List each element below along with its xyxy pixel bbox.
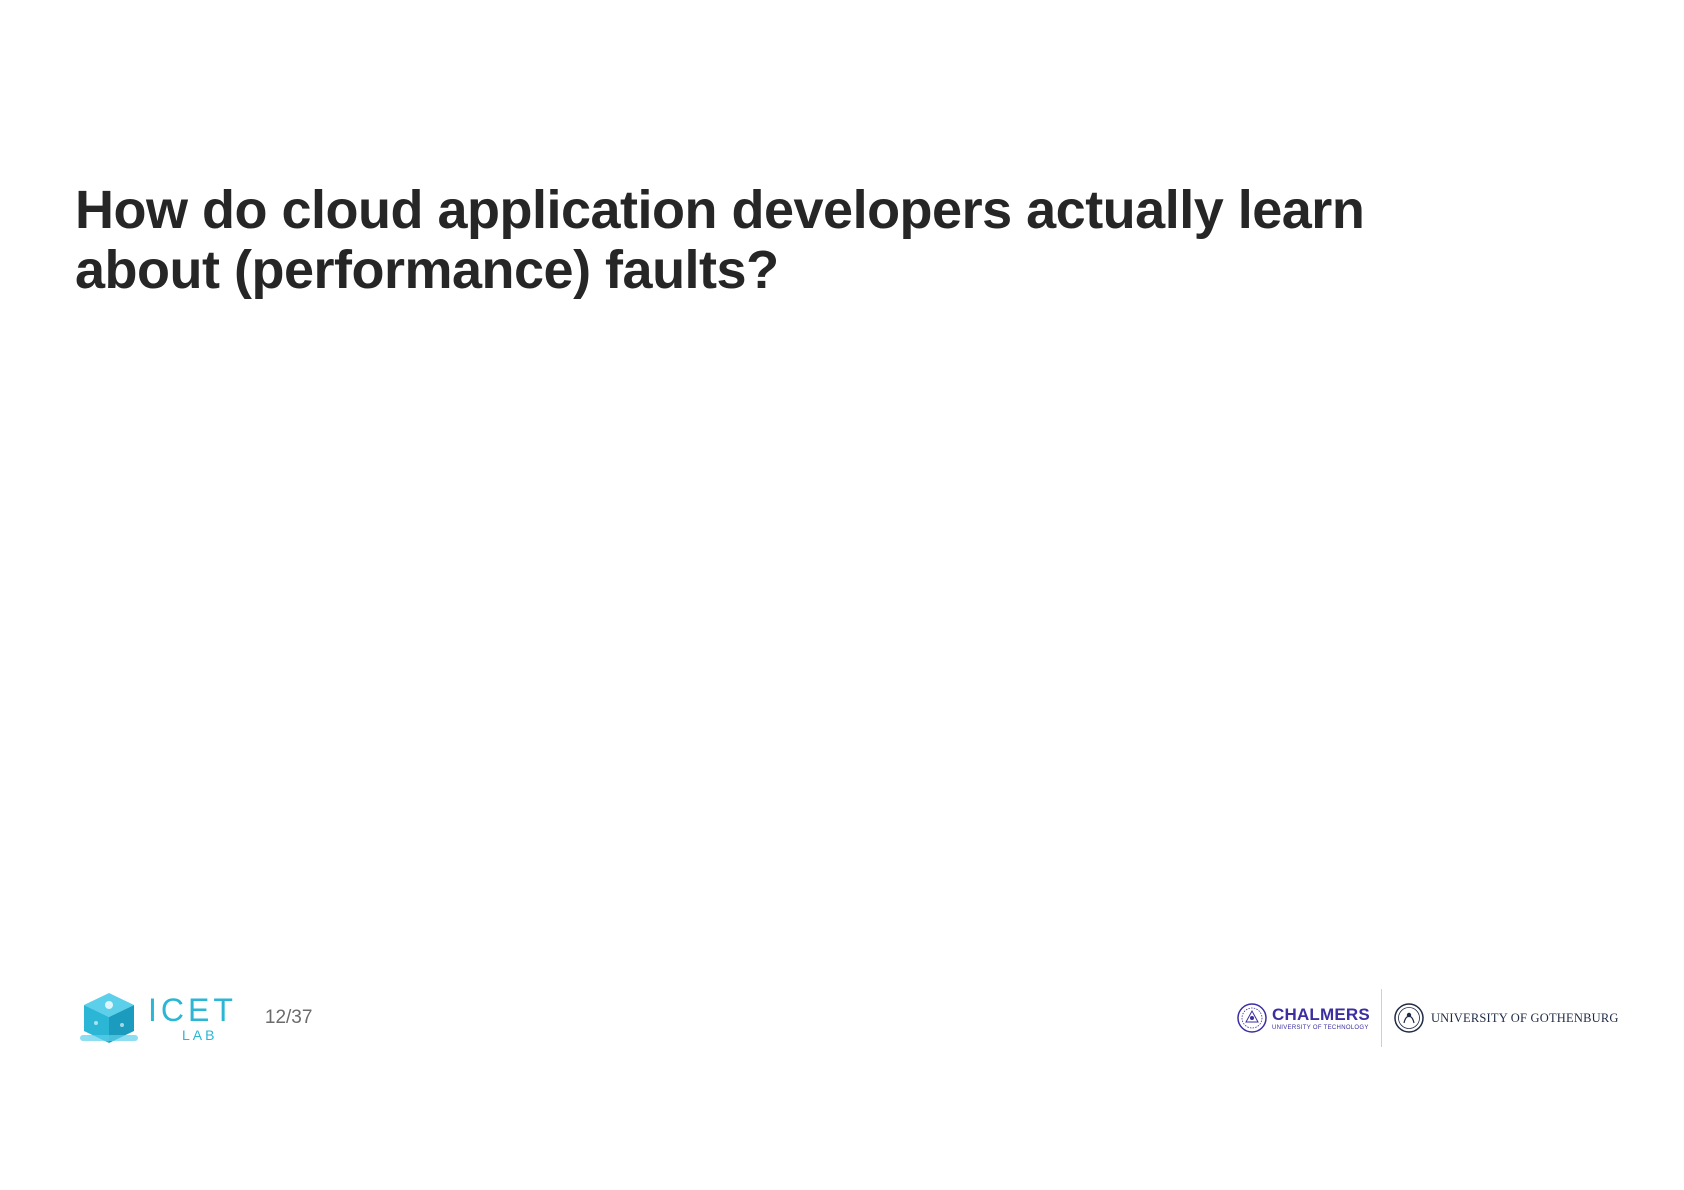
slide-title-line-1: How do cloud application developers actu… bbox=[75, 180, 1365, 240]
icet-logo-main-text: ICET bbox=[148, 992, 237, 1028]
footer-right: CHALMERS UNIVERSITY OF TECHNOLOGY UNIVER… bbox=[1236, 988, 1619, 1048]
gothenburg-name: UNIVERSITY OF GOTHENBURG bbox=[1430, 1010, 1619, 1025]
chalmers-wordmark: CHALMERS UNIVERSITY OF TECHNOLOGY bbox=[1272, 1006, 1370, 1031]
icet-wordmark: ICET LAB bbox=[148, 994, 237, 1042]
gothenburg-logo: UNIVERSITY OF GOTHENBURG bbox=[1393, 1002, 1619, 1034]
page-number: 12/37 bbox=[264, 1007, 313, 1028]
icet-lab-logo: ICET LAB bbox=[78, 989, 237, 1047]
chalmers-seal-icon bbox=[1237, 1003, 1267, 1033]
slide-title: How do cloud application developers actu… bbox=[75, 180, 1475, 300]
gothenburg-seal-icon bbox=[1394, 1003, 1424, 1033]
footer-left: ICET LAB 12/37 bbox=[78, 988, 312, 1048]
chalmers-logo: CHALMERS UNIVERSITY OF TECHNOLOGY bbox=[1236, 1002, 1370, 1034]
chalmers-subtitle: UNIVERSITY OF TECHNOLOGY bbox=[1272, 1024, 1369, 1031]
icet-cube-icon bbox=[80, 993, 138, 1043]
icet-logo-sub-text: LAB bbox=[182, 1027, 218, 1043]
slide-title-line-2: about (performance) faults? bbox=[75, 240, 779, 300]
logo-divider bbox=[1380, 989, 1382, 1047]
chalmers-name: CHALMERS bbox=[1272, 1004, 1370, 1024]
slide: How do cloud application developers actu… bbox=[0, 0, 1684, 1190]
